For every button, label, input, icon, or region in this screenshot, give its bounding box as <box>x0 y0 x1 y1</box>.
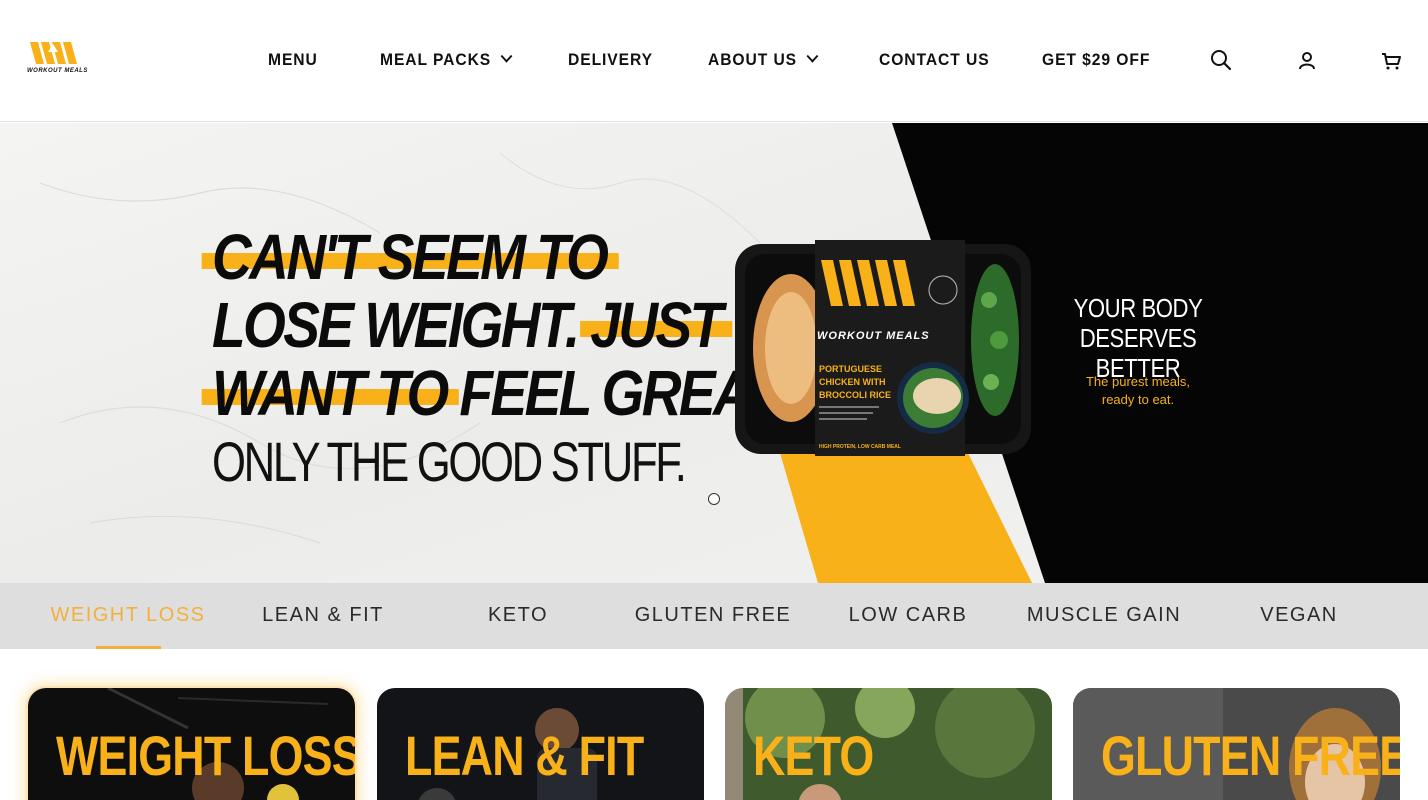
search-icon[interactable] <box>1209 48 1233 72</box>
headline-line-2: LOSE WEIGHT. JUST <box>212 289 733 361</box>
logo-wordmark: WORKOUT MEALS <box>27 68 88 74</box>
active-tab-indicator <box>96 646 161 649</box>
nav-item-menu[interactable]: MENU <box>268 48 318 72</box>
nav-label: ABOUT US <box>708 50 798 69</box>
category-tabs: WEIGHT LOSS LEAN & FIT KETO GLUTEN FREE … <box>0 583 1428 649</box>
account-icon[interactable] <box>1295 48 1319 72</box>
nav-label: CONTACT US <box>879 50 990 69</box>
nav-label: DELIVERY <box>568 50 653 69</box>
card-title: WEIGHT LOSS <box>56 724 355 787</box>
tab-lean-fit[interactable]: LEAN & FIT <box>262 604 384 627</box>
headline-line-1: CAN'T SEEM TO <box>201 221 786 293</box>
category-card-weight-loss[interactable]: WEIGHT LOSS <box>28 688 355 800</box>
product-badge: HIGH PROTEIN, LOW CARB MEAL <box>819 444 901 450</box>
card-title: GLUTEN FREE <box>1101 724 1400 787</box>
tagline-sub-line-2: ready to eat. <box>1101 392 1175 407</box>
hero-tagline-sub: The purest meals, ready to eat. <box>1058 373 1218 409</box>
chevron-down-icon <box>500 49 513 63</box>
nav-label: GET $29 OFF <box>1042 50 1151 69</box>
hero-banner[interactable]: CAN'T SEEM TO LOSE WEIGHT. JUST WANT TO … <box>0 123 1428 583</box>
product-name-line-1: PORTUGUESE <box>819 364 883 374</box>
tab-weight-loss[interactable]: WEIGHT LOSS <box>50 604 205 627</box>
tagline-line-1: YOUR BODY <box>1073 293 1203 323</box>
meal-tray-illustration <box>735 240 1031 456</box>
hero-tagline: YOUR BODY DESERVES BETTER <box>1062 293 1215 383</box>
workout-meals-logo[interactable]: WORKOUT MEALS <box>26 40 96 80</box>
product-name-line-2: CHICKEN WITH <box>819 377 886 387</box>
category-card-gluten-free[interactable]: GLUTEN FREE <box>1073 688 1400 800</box>
strikethrough-text: WANT TO <box>201 357 459 429</box>
nav-label: MEAL PACKS <box>380 50 492 69</box>
nav-item-delivery[interactable]: DELIVERY <box>568 48 653 72</box>
tab-keto[interactable]: KETO <box>488 604 548 627</box>
meal-tray-image: WORKOUT MEALS PORTUGUESE CHICKEN WITH BR… <box>733 240 1033 456</box>
headline-line-3: WANT TO FEEL GREAT. <box>201 357 788 429</box>
category-card-keto[interactable]: KETO <box>725 688 1052 800</box>
tab-low-carb[interactable]: LOW CARB <box>849 604 968 627</box>
tab-vegan[interactable]: VEGAN <box>1260 604 1338 627</box>
nav-item-get-discount[interactable]: GET $29 OFF <box>1042 48 1150 72</box>
product-name-line-3: BROCCOLI RICE <box>819 390 891 400</box>
nav-item-meal-packs[interactable]: MEAL PACKS <box>380 48 513 72</box>
card-title: LEAN & FIT <box>405 724 644 787</box>
category-card-lean-fit[interactable]: LEAN & FIT <box>377 688 704 800</box>
nav-label: MENU <box>268 50 318 69</box>
chevron-down-icon <box>806 49 819 63</box>
nav-item-contact-us[interactable]: CONTACT US <box>879 48 990 72</box>
strikethrough-text: JUST <box>579 289 733 361</box>
strikethrough-text: CAN'T SEEM TO <box>201 221 619 293</box>
tab-muscle-gain[interactable]: MUSCLE GAIN <box>1027 604 1181 627</box>
cart-icon[interactable] <box>1379 48 1403 72</box>
slider-dot[interactable] <box>708 493 720 505</box>
logo-mark-icon <box>30 42 77 64</box>
site-header: WORKOUT MEALS MENU MEAL PACKS DELIVERY A… <box>0 0 1428 122</box>
tray-brand-text: WORKOUT MEALS <box>817 330 930 342</box>
hero-subline: ONLY THE GOOD STUFF. <box>212 430 687 493</box>
tagline-sub-line-1: The purest meals, <box>1085 374 1191 389</box>
nav-item-about-us[interactable]: ABOUT US <box>708 48 819 72</box>
tab-gluten-free[interactable]: GLUTEN FREE <box>635 604 792 627</box>
card-title: KETO <box>753 724 874 787</box>
